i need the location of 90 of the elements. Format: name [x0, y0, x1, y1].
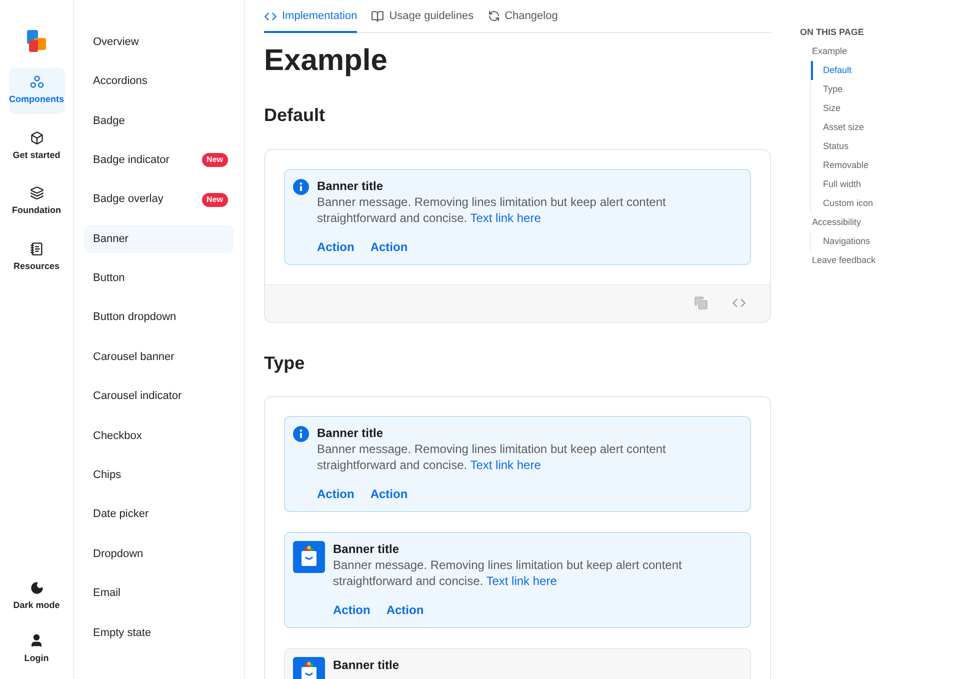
rail-item[interactable]: Foundation	[8, 179, 64, 224]
nav-label: Carousel indicator	[93, 389, 182, 404]
nav-item[interactable]: Button dropdown	[84, 304, 234, 332]
action-button[interactable]: Action	[317, 484, 354, 502]
nodes-icon	[30, 75, 44, 89]
nav-label: Accordions	[93, 74, 148, 90]
nav-label: Badge indicator	[93, 152, 170, 168]
notebook-icon	[30, 242, 44, 256]
tab[interactable]: Changelog	[488, 8, 558, 32]
nav-item[interactable]: Dropdown	[84, 540, 234, 568]
nav-item[interactable]: Chips	[84, 461, 234, 490]
tab[interactable]: Implementation	[264, 8, 358, 32]
rail-item[interactable]: Resources	[8, 234, 64, 280]
toc-heading: ON THIS PAGE	[800, 26, 865, 39]
toc-link[interactable]: Accessibility	[800, 212, 876, 232]
nav-item[interactable]: Carousel indicator	[84, 382, 234, 411]
page-title: Example	[264, 42, 388, 78]
nav-label: Overview	[93, 34, 139, 50]
nav-item[interactable]: Carousel banner	[84, 343, 234, 372]
toc-link[interactable]: Example	[800, 42, 876, 60]
section-heading: Type	[264, 352, 306, 374]
rail-item[interactable]: Login	[24, 632, 49, 665]
toc-link[interactable]: Default	[811, 60, 876, 80]
rail-item[interactable]: Dark mode	[13, 581, 60, 612]
text-link[interactable]: Text link here	[486, 574, 557, 588]
nav-item[interactable]: Empty state	[84, 618, 234, 647]
banner-title: Banner title	[333, 540, 400, 556]
nav-item[interactable]: Email	[84, 579, 234, 608]
nav-item[interactable]: Badge indicator New	[84, 146, 234, 174]
nav-item[interactable]: Date picker	[84, 500, 234, 529]
nav-label: Empty state	[93, 626, 152, 641]
nav-label: Button	[93, 271, 125, 286]
nav-label: Badge overlay	[93, 192, 164, 208]
banner-message: Banner message. Removing lines limitation but keep alert content straightforward and concise. Text link here	[317, 194, 667, 226]
section-heading: Default	[264, 104, 326, 126]
new-badge: New	[202, 192, 228, 207]
nav-label: Banner	[93, 232, 128, 247]
layers-icon	[30, 186, 44, 200]
copy-icon[interactable]	[694, 296, 708, 310]
toc-link[interactable]: Asset size	[811, 118, 876, 136]
text-link[interactable]: Text link here	[470, 210, 541, 224]
nav-label: Date picker	[93, 507, 149, 522]
rail-item[interactable]: Components	[8, 68, 64, 114]
toc-link[interactable]: Removable	[811, 156, 876, 174]
nav-item[interactable]: Overview	[84, 28, 234, 56]
toc-link[interactable]: Type	[811, 80, 876, 98]
toc-link[interactable]: Leave feedback	[800, 250, 876, 270]
new-badge: New	[202, 153, 228, 168]
toc-link[interactable]: Full width	[811, 174, 876, 194]
toc-link[interactable]: Status	[811, 136, 876, 156]
refresh-icon	[488, 10, 500, 22]
banner-message: Banner message. Removing lines limitation but keep alert content straightforward and concise. Text link here	[317, 440, 667, 472]
shopping-bag-icon	[293, 540, 325, 572]
nav-item[interactable]: Badge	[84, 106, 234, 135]
nav-label: Email	[93, 586, 121, 602]
text-link[interactable]: Text link here	[470, 458, 541, 472]
banner-message: Banner message. Removing lines limitation but keep alert content straightforward and concise. Text link here	[333, 556, 683, 588]
nav-label: Button dropdown	[93, 310, 176, 326]
code-icon	[264, 10, 277, 23]
nav-label: Carousel banner	[93, 350, 174, 365]
cube-icon	[30, 130, 44, 144]
book-icon	[371, 10, 384, 23]
action-button[interactable]: Action	[386, 600, 424, 618]
nav-label: Dropdown	[93, 546, 144, 562]
tab[interactable]: Usage guidelines	[371, 8, 474, 32]
nav-label: Badge	[93, 114, 125, 129]
action-button[interactable]: Action	[370, 238, 408, 256]
code-icon[interactable]	[732, 296, 746, 310]
nav-item[interactable]: Banner	[84, 224, 234, 253]
info-icon	[293, 426, 309, 442]
info-icon	[293, 178, 309, 194]
banner-title: Banner title	[317, 178, 384, 194]
nav-label: Checkbox	[93, 428, 142, 444]
banner-title: Banner title	[333, 656, 400, 672]
banner-title: Banner title	[317, 424, 384, 440]
toc-link[interactable]: Size	[811, 98, 876, 118]
action-button[interactable]: Action	[317, 238, 354, 256]
toc-link[interactable]: Navigations	[811, 232, 876, 250]
user-icon	[29, 632, 44, 648]
rail-item[interactable]: Get started	[8, 124, 64, 169]
nav-item[interactable]: Checkbox	[84, 422, 234, 450]
action-button[interactable]: Action	[370, 484, 408, 502]
toc-link[interactable]: Custom icon	[811, 194, 876, 212]
nav-item[interactable]: Badge overlay New	[84, 186, 234, 214]
moon-icon	[30, 581, 44, 595]
logo-icon	[24, 28, 48, 54]
nav-label: Chips	[93, 468, 122, 484]
nav-item[interactable]: Accordions	[84, 67, 234, 96]
action-button[interactable]: Action	[333, 600, 370, 618]
nav-item[interactable]: Button	[84, 264, 234, 292]
